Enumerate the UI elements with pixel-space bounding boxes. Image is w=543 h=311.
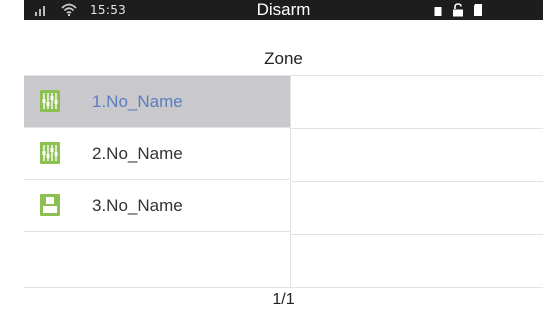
arm-mode-label: Disarm	[256, 0, 311, 19]
zone-label: 1.No_Name	[92, 92, 183, 111]
battery-icon	[434, 7, 442, 16]
column-divider	[290, 76, 291, 288]
row-divider	[291, 234, 543, 235]
page-title: Zone	[264, 49, 303, 68]
zone-screen: 15:53 Disarm Zone 1.No_Name 2.No_Name 3.…	[0, 0, 543, 311]
curtain-sensor-icon	[40, 142, 60, 164]
zone-label: 3.No_Name	[92, 196, 183, 215]
row-divider	[291, 128, 543, 129]
page-indicator: 1/1	[272, 291, 295, 308]
door-sensor-icon	[40, 194, 60, 216]
sd-card-icon	[474, 4, 482, 16]
curtain-sensor-icon	[40, 90, 60, 112]
status-bar: 15:53 Disarm	[24, 0, 543, 20]
zone-list: 1.No_Name 2.No_Name 3.No_Name	[24, 76, 290, 232]
zone-item-3[interactable]: 3.No_Name	[24, 180, 290, 232]
row-divider	[291, 181, 543, 182]
empty-zone-row	[24, 236, 290, 288]
zone-item-1[interactable]: 1.No_Name	[24, 76, 290, 128]
zone-item-2[interactable]: 2.No_Name	[24, 128, 290, 180]
unlock-icon	[453, 3, 463, 17]
row-divider	[291, 287, 543, 288]
zone-label: 2.No_Name	[92, 144, 183, 163]
